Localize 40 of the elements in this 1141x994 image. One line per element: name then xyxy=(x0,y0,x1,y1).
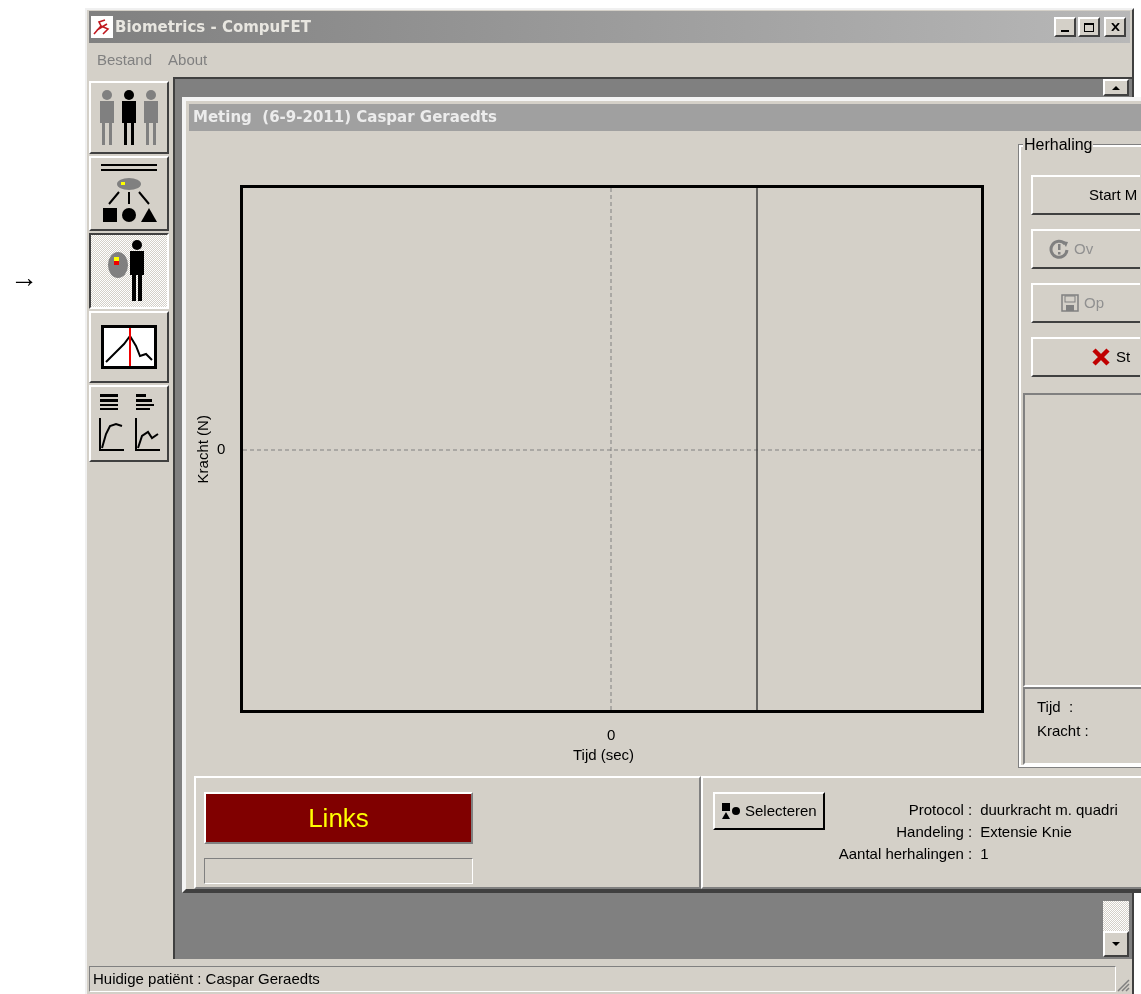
maximize-icon xyxy=(1084,22,1094,32)
select-button[interactable]: Selecteren xyxy=(713,792,825,830)
app-logo-icon xyxy=(91,16,113,38)
menu-item[interactable]: Bestand xyxy=(97,48,153,72)
window-title: Meting (6-9-2011) Caspar Geraedts xyxy=(193,107,497,129)
field-label: Handeling : xyxy=(895,822,973,841)
close-button[interactable] xyxy=(1104,17,1126,37)
readout-label: Kracht : xyxy=(1037,721,1090,741)
menu-item[interactable]: About xyxy=(168,48,208,72)
scroll-up-button[interactable] xyxy=(1103,79,1129,96)
toolbar-button[interactable] xyxy=(89,233,169,309)
minimize-icon xyxy=(1061,30,1069,32)
field-value: Extensie Knie xyxy=(980,822,1073,841)
curve-chart-icon xyxy=(100,324,158,370)
retry-icon xyxy=(1049,239,1069,259)
scroll-down-button[interactable] xyxy=(1103,931,1129,957)
action-button[interactable]: Start M xyxy=(1031,175,1140,215)
cross-icon xyxy=(1091,348,1111,366)
axis-label: Tijd (sec) xyxy=(573,746,635,764)
minimize-button[interactable] xyxy=(1054,17,1076,37)
close-icon xyxy=(1110,23,1120,31)
field-label: Aantal herhalingen : xyxy=(838,844,973,863)
field-label: Protocol : xyxy=(907,800,973,819)
tick-label: 0 xyxy=(607,727,616,743)
field-value: duurkracht m. quadri xyxy=(980,800,1118,819)
shapes-icon xyxy=(721,802,741,820)
up-arrow-icon xyxy=(1112,85,1120,90)
axis-label: Kracht (N) xyxy=(192,414,212,484)
status-bar: Huidige patiënt : Caspar Geraedts xyxy=(89,966,1116,992)
readout-label: Tijd : xyxy=(1037,697,1075,717)
action-button[interactable]: St xyxy=(1031,337,1140,377)
side-indicator: Links xyxy=(204,792,473,844)
window-title: Biometrics - CompuFET xyxy=(115,16,311,38)
down-arrow-icon xyxy=(1112,942,1120,946)
size-grip-icon[interactable] xyxy=(1116,978,1130,992)
field-value: 1 xyxy=(980,844,990,863)
group-title: Herhaling xyxy=(1023,136,1094,154)
pointer-arrow: → xyxy=(10,262,38,293)
maximize-button[interactable] xyxy=(1078,17,1100,37)
tick-label: 0 xyxy=(217,441,226,457)
